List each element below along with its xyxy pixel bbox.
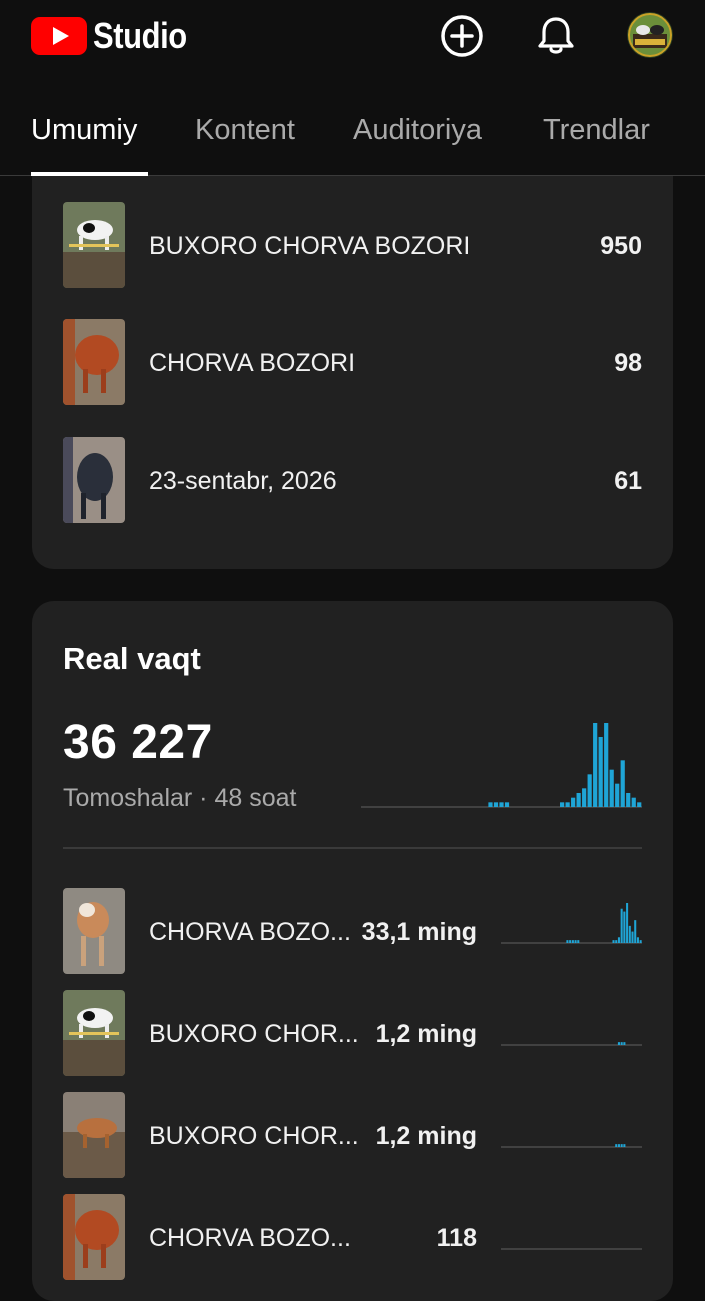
video-sparkline — [501, 903, 642, 944]
chart-bar — [499, 802, 504, 807]
video-sparkline — [501, 1144, 642, 1148]
chart-bar — [576, 793, 581, 807]
realtime-card: Real vaqt 36 227 Tomoshalar · 48 soat CH… — [32, 601, 673, 1301]
video-thumbnail — [63, 1092, 125, 1178]
video-thumbnail — [63, 990, 125, 1076]
chart-bar — [617, 1144, 620, 1147]
chart-bar — [626, 903, 629, 943]
chart-bar — [598, 737, 603, 807]
divider — [63, 847, 642, 849]
chart-bar — [612, 940, 615, 943]
chart-bar — [639, 940, 642, 943]
chart-bar — [504, 802, 510, 807]
video-thumbnail — [63, 888, 125, 974]
video-title: 23-sentabr, 2026 — [149, 467, 337, 495]
chart-bar — [604, 723, 609, 807]
chart-bar — [623, 911, 626, 943]
chart-bar — [560, 802, 565, 807]
chart-bar — [617, 1042, 620, 1045]
chart-bar — [631, 931, 634, 943]
realtime-title: Real vaqt — [63, 641, 201, 676]
active-tab-indicator — [31, 172, 148, 176]
chart-bar — [493, 802, 499, 807]
notifications-button[interactable] — [533, 13, 579, 59]
chart-bar — [620, 760, 625, 807]
video-thumbnail — [63, 1194, 125, 1280]
chart-bar — [637, 802, 642, 807]
chart-bar — [571, 797, 576, 807]
chart-bar — [577, 940, 580, 943]
chart-bar — [617, 937, 620, 943]
video-sparkline — [501, 1042, 642, 1046]
chart-bar — [569, 940, 572, 943]
tab-bar: Umumiy Kontent Auditoriya Trendlar — [0, 78, 705, 176]
add-circle-icon — [441, 15, 483, 57]
chart-bar — [582, 788, 587, 807]
chart-bar — [587, 774, 592, 807]
video-views: 950 — [600, 232, 642, 260]
video-views: 98 — [614, 349, 642, 377]
chart-bar — [620, 908, 623, 943]
chart-bar — [615, 1144, 618, 1147]
chart-bar — [634, 920, 637, 943]
create-button[interactable] — [439, 13, 485, 59]
tab-audience[interactable]: Auditoriya — [353, 114, 482, 147]
chart-bar — [488, 802, 493, 807]
video-views: 33,1 ming — [361, 918, 477, 946]
chart-bar — [623, 1042, 626, 1045]
video-views: 1,2 ming — [375, 1122, 477, 1150]
video-thumbnail — [63, 319, 125, 405]
chart-bar — [571, 940, 574, 943]
tab-overview[interactable]: Umumiy — [31, 114, 137, 147]
top-content-card: BUXORO CHORVA BOZORI 950 CHORVA BOZORI 9… — [32, 150, 673, 569]
chart-bar — [609, 769, 614, 807]
chart-bar — [574, 940, 577, 943]
video-views: 1,2 ming — [375, 1020, 477, 1048]
tab-trends[interactable]: Trendlar — [543, 114, 650, 147]
video-views: 118 — [436, 1224, 477, 1252]
video-title: BUXORO CHOR... — [149, 1122, 359, 1150]
app-title: Studio — [93, 15, 187, 56]
chart-bar — [620, 1144, 623, 1147]
video-title: BUXORO CHORVA BOZORI — [149, 232, 471, 260]
app-bar: Studio — [0, 0, 705, 78]
video-thumbnail — [63, 202, 125, 288]
chart-bar — [636, 937, 639, 943]
chart-bar — [615, 940, 618, 943]
avatar[interactable] — [627, 12, 673, 58]
video-title: CHORVA BOZO... — [149, 918, 351, 946]
chart-bar — [623, 1144, 626, 1147]
chart-bar — [615, 783, 620, 807]
video-title: CHORVA BOZO... — [149, 1224, 351, 1252]
bell-icon — [538, 17, 574, 54]
chart-bar — [566, 940, 569, 943]
tab-content[interactable]: Kontent — [195, 114, 295, 147]
video-title: BUXORO CHOR... — [149, 1020, 359, 1048]
video-sparkline — [501, 1248, 642, 1250]
chart-bar — [628, 925, 631, 943]
chart-bar — [620, 1042, 623, 1045]
realtime-views-chart — [361, 723, 642, 808]
realtime-subtitle: Tomoshalar · 48 soat — [63, 784, 297, 812]
realtime-total: 36 227 — [63, 716, 213, 769]
video-thumbnail — [63, 437, 125, 523]
video-title: CHORVA BOZORI — [149, 349, 356, 377]
studio-logo[interactable]: Studio — [31, 15, 202, 57]
video-views: 61 — [614, 467, 642, 495]
chart-bar — [631, 797, 636, 807]
youtube-logo-icon — [31, 17, 87, 55]
chart-bar — [593, 723, 598, 807]
chart-bar — [626, 793, 631, 807]
chart-bar — [565, 802, 570, 807]
